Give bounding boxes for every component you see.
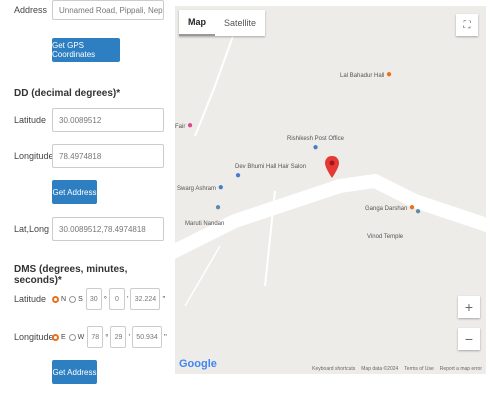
poi-dev-bhumi-label: Dev Bhumi Hall Hair Salon	[235, 164, 307, 170]
lng-seconds-input[interactable]: 50.934	[132, 326, 163, 348]
poi-maruti[interactable]: Maruti Nandan	[185, 221, 224, 227]
lng-minutes-input[interactable]: 29	[110, 326, 127, 348]
footer-map-data: Map data ©2024	[361, 366, 399, 372]
longitude-row: Longitude 78.4974818	[0, 144, 164, 168]
poi-parmarth[interactable]: ●	[215, 202, 221, 213]
lat-degree-symbol: °	[103, 294, 107, 304]
latlong-row: Lat,Long 30.0089512,78.4974818	[0, 217, 164, 241]
dd-heading: DD (decimal degrees)*	[14, 88, 121, 99]
poi-vinod[interactable]: Vinod Temple	[367, 234, 403, 240]
address-label: Address	[14, 5, 48, 15]
longitude-input[interactable]: 78.4974818	[52, 144, 164, 168]
blue-pin-icon: ●	[235, 170, 242, 181]
address-row: Address Unnamed Road, Pippali, Nepal Del…	[0, 0, 164, 20]
get-address-button-dms[interactable]: Get Address	[52, 360, 97, 384]
footer-report[interactable]: Report a map error	[440, 366, 482, 372]
poi-post-office[interactable]: Rishikesh Post Office ●	[287, 136, 344, 153]
lng-degree-symbol: °	[105, 332, 109, 342]
dms-latitude-row: Latitude N S 30 ° 0 ' 32.224 "	[0, 288, 167, 310]
latlong-label: Lat,Long	[14, 224, 50, 234]
get-gps-coordinates-button[interactable]: Get GPS Coordinates	[52, 38, 120, 62]
longitude-label: Longitude	[14, 151, 54, 161]
poi-fair[interactable]: Fair ●	[175, 120, 193, 131]
dms-latitude-label: Latitude	[14, 294, 47, 304]
north-label: N	[61, 295, 67, 303]
pink-pin-icon: ●	[187, 120, 194, 131]
blue-pin-icon: ●	[217, 182, 224, 193]
google-logo-text: Google	[179, 358, 217, 370]
poi-fair-label: Fair	[175, 124, 186, 130]
tab-satellite[interactable]: Satellite	[215, 10, 265, 36]
map-footer: Keyboard shortcuts Map data ©2024 Terms …	[312, 366, 482, 372]
poi-lal-bahadur-label: Lal Bahadur Hall	[340, 73, 385, 79]
orange-pin-icon: ●	[386, 69, 393, 80]
get-address-button[interactable]: Get Address	[52, 180, 97, 204]
lat-second-symbol: "	[162, 294, 166, 304]
footer-shortcuts[interactable]: Keyboard shortcuts	[312, 366, 355, 372]
blue-pin-icon: ●	[415, 206, 422, 217]
map-view[interactable]: Map Satellite ⛶ Lal Bahadur Hall ● Fair …	[175, 6, 486, 374]
zoom-in-button[interactable]: +	[458, 296, 480, 318]
google-logo: Google	[179, 358, 217, 370]
south-label: S	[78, 295, 83, 303]
north-radio[interactable]	[52, 295, 59, 303]
poi-lal-bahadur[interactable]: Lal Bahadur Hall ●	[340, 69, 392, 80]
latitude-input[interactable]: 30.0089512	[52, 108, 164, 132]
lng-minute-symbol: '	[128, 332, 131, 342]
blue-pin-icon: ●	[215, 202, 222, 213]
address-input[interactable]: Unnamed Road, Pippali, Nepal Delhi	[52, 0, 164, 20]
location-marker-icon[interactable]	[325, 156, 339, 178]
lat-seconds-input[interactable]: 32.224	[130, 288, 161, 310]
poi-vinod-label: Vinod Temple	[367, 234, 404, 240]
lng-second-symbol: "	[164, 332, 167, 342]
lng-degrees-input[interactable]: 78	[87, 326, 104, 348]
east-label: E	[61, 333, 66, 341]
west-radio[interactable]	[68, 333, 76, 341]
poi-dev-bhumi[interactable]: Dev Bhumi Hall Hair Salon ●	[235, 164, 306, 181]
latitude-row: Latitude 30.0089512	[0, 108, 164, 132]
poi-ganga[interactable]: Ganga Darshan ●	[365, 202, 415, 213]
lat-minutes-input[interactable]: 0	[108, 288, 125, 310]
tab-map[interactable]: Map	[179, 10, 215, 36]
poi-ganga-label: Ganga Darshan	[365, 206, 408, 212]
lat-degrees-input[interactable]: 30	[85, 288, 102, 310]
dms-longitude-label: Longitude	[14, 332, 54, 342]
west-label: W	[77, 333, 85, 341]
footer-terms[interactable]: Terms of Use	[404, 366, 433, 372]
latitude-label: Latitude	[14, 115, 47, 125]
dms-heading: DMS (degrees, minutes, seconds)*	[14, 264, 128, 286]
blue-pin-icon: ●	[312, 142, 319, 153]
east-radio[interactable]	[52, 333, 59, 341]
coordinates-form: Address Unnamed Road, Pippali, Nepal Del…	[0, 0, 172, 397]
fullscreen-icon[interactable]: ⛶	[456, 14, 478, 36]
lat-minute-symbol: '	[126, 294, 129, 304]
poi-swarg[interactable]: Swarg Ashram ●	[177, 182, 224, 193]
dms-longitude-row: Longitude E W 78 ° 29 ' 50.934 "	[0, 326, 169, 348]
zoom-out-button[interactable]: −	[458, 328, 480, 350]
poi-swarg-label: Swarg Ashram	[177, 186, 217, 192]
map-type-tabs: Map Satellite	[179, 10, 266, 36]
latlong-input[interactable]: 30.0089512,78.4974818	[52, 217, 164, 241]
poi-maruti-label: Maruti Nandan	[185, 221, 225, 227]
south-radio[interactable]	[69, 295, 77, 303]
